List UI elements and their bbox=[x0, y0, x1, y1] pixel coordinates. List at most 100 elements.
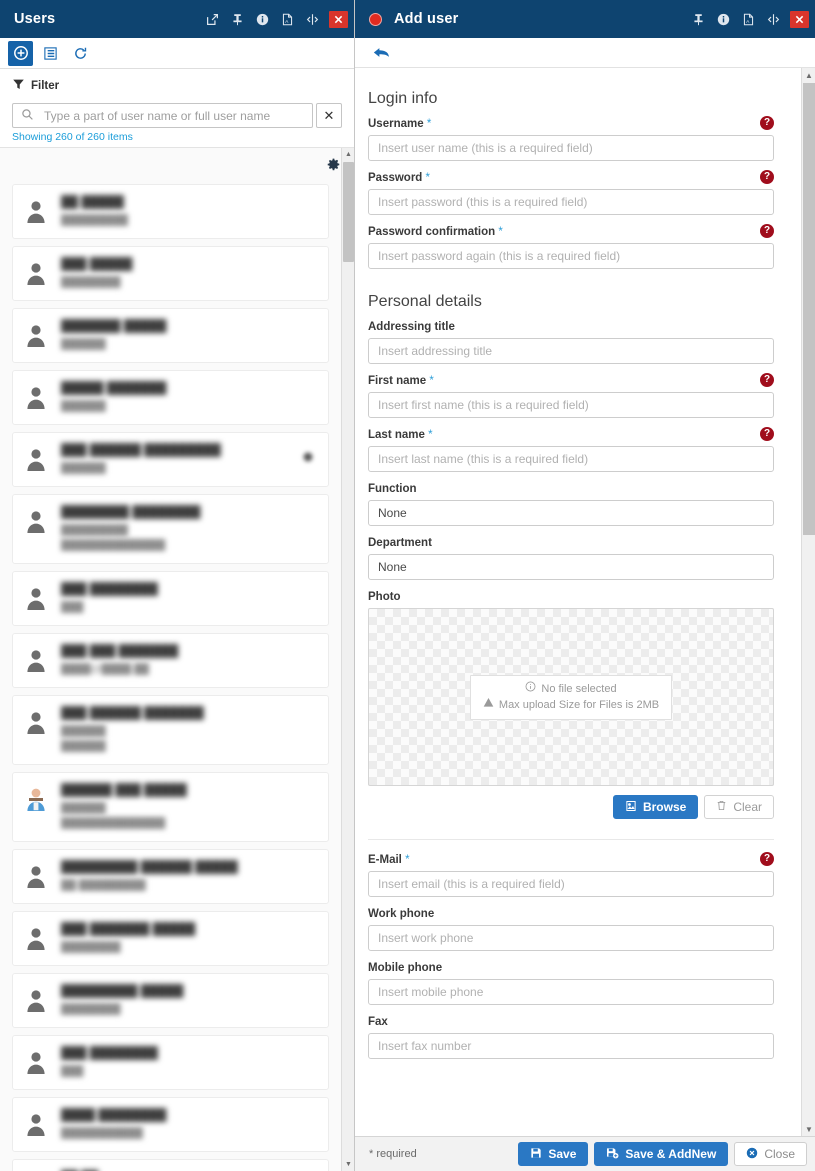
user-list-item[interactable]: █████████ █████████████ bbox=[12, 973, 329, 1028]
adduser-titlebar-icons: A bbox=[690, 11, 809, 28]
pin-icon[interactable] bbox=[690, 11, 706, 27]
user-item-name: ███ ████████ bbox=[61, 1046, 318, 1060]
form-scrollbar[interactable]: ▲ ▼ bbox=[801, 68, 815, 1136]
user-list-item[interactable]: ███ ███████████ bbox=[12, 1035, 329, 1090]
required-marker: * bbox=[405, 854, 409, 866]
password-input[interactable] bbox=[368, 189, 774, 215]
help-icon[interactable]: ? bbox=[760, 116, 774, 130]
user-item-name: ███ ███ ███████ bbox=[61, 644, 318, 658]
file-image-icon bbox=[625, 800, 637, 815]
scroll-down-icon[interactable]: ▼ bbox=[342, 1158, 354, 1171]
label-password-confirmation: Password confirmation * bbox=[368, 226, 774, 238]
user-list-item[interactable]: ████ ████████ ███████████ bbox=[12, 1097, 329, 1152]
user-item-name: ████ ████████ bbox=[61, 1108, 318, 1122]
user-list-item[interactable]: ███ █████████████ bbox=[12, 246, 329, 301]
pin-icon[interactable] bbox=[229, 11, 245, 27]
help-icon[interactable]: ? bbox=[760, 170, 774, 184]
pdf-export-icon[interactable]: A bbox=[740, 11, 756, 27]
save-label: Save bbox=[548, 1147, 576, 1161]
add-icon[interactable] bbox=[8, 41, 33, 66]
help-icon[interactable]: ? bbox=[760, 852, 774, 866]
close-icon[interactable] bbox=[790, 11, 809, 28]
info-icon[interactable] bbox=[715, 11, 731, 27]
users-list-scrollbar[interactable]: ▲ ▼ bbox=[341, 148, 354, 1171]
user-list-item[interactable]: █████ █████████████ bbox=[12, 370, 329, 425]
refresh-icon[interactable] bbox=[68, 41, 93, 66]
clear-photo-button[interactable]: Clear bbox=[704, 795, 774, 819]
close-button[interactable]: Close bbox=[734, 1142, 807, 1166]
scroll-up-icon[interactable]: ▲ bbox=[342, 148, 354, 161]
gear-icon[interactable] bbox=[327, 158, 340, 174]
work-phone-input[interactable] bbox=[368, 925, 774, 951]
user-list-item[interactable]: ██████ ███ █████████████████████████ bbox=[12, 772, 329, 842]
scroll-up-icon[interactable]: ▲ bbox=[802, 68, 815, 82]
user-item-name: ██ █████ bbox=[61, 195, 318, 209]
label-email: E-Mail * bbox=[368, 854, 774, 866]
label-first-name: First name * bbox=[368, 375, 774, 387]
resize-width-icon[interactable] bbox=[304, 11, 320, 27]
user-list-item[interactable]: ██ ██████████████ bbox=[12, 184, 329, 239]
user-item-name: ███ █████ bbox=[61, 257, 318, 271]
user-avatar-icon bbox=[23, 707, 49, 737]
user-avatar-icon bbox=[23, 1047, 49, 1077]
help-icon[interactable]: ? bbox=[760, 373, 774, 387]
function-select[interactable]: None bbox=[368, 500, 774, 526]
info-icon[interactable] bbox=[254, 11, 270, 27]
user-list-item[interactable]: ███ ██████ ███████████████ bbox=[12, 432, 329, 487]
user-list-item[interactable]: ███ ███ ███████████@████.██ bbox=[12, 633, 329, 688]
user-item-name: █████ ███████ bbox=[61, 381, 318, 395]
user-list-item[interactable]: ███ ███████████ bbox=[12, 571, 329, 626]
user-list-item[interactable]: ███ ██████ ███████████████████ bbox=[12, 695, 329, 765]
user-item-badge-icon bbox=[302, 451, 314, 463]
user-item-texts: ████████ ███████████████████████████████ bbox=[61, 504, 318, 554]
photo-actions: Browse Clear bbox=[368, 795, 774, 819]
addressing-title-input[interactable] bbox=[368, 338, 774, 364]
browse-button[interactable]: Browse bbox=[613, 795, 698, 819]
first-name-input[interactable] bbox=[368, 392, 774, 418]
popout-icon[interactable] bbox=[204, 11, 220, 27]
filter-icon bbox=[12, 78, 25, 94]
user-item-name: ███ ███████ █████ bbox=[61, 922, 318, 936]
username-input[interactable] bbox=[368, 135, 774, 161]
help-icon[interactable]: ? bbox=[760, 224, 774, 238]
close-icon[interactable] bbox=[329, 11, 348, 28]
help-icon[interactable]: ? bbox=[760, 427, 774, 441]
adduser-toolbar bbox=[355, 38, 815, 68]
scroll-down-icon[interactable]: ▼ bbox=[802, 1122, 815, 1136]
password-confirmation-input[interactable] bbox=[368, 243, 774, 269]
email-input[interactable] bbox=[368, 871, 774, 897]
user-list-item[interactable]: ███████ ███████████ bbox=[12, 308, 329, 363]
back-arrow-icon[interactable] bbox=[373, 46, 390, 60]
user-item-subtext: ███████████ bbox=[61, 1127, 318, 1139]
user-list-item[interactable]: ████████ ███████████████████████████████ bbox=[12, 494, 329, 564]
search-input[interactable] bbox=[42, 108, 304, 124]
resize-width-icon[interactable] bbox=[765, 11, 781, 27]
label-password: Password * bbox=[368, 172, 774, 184]
label-first-name-text: First name bbox=[368, 375, 426, 387]
save-button[interactable]: Save bbox=[518, 1142, 588, 1166]
field-username: Username * ? bbox=[368, 118, 774, 161]
save-and-addnew-button[interactable]: Save & AddNew bbox=[594, 1142, 728, 1166]
user-list-item[interactable]: ███ ███████ █████████████ bbox=[12, 911, 329, 966]
scrollbar-thumb[interactable] bbox=[343, 162, 354, 262]
save-disk-icon bbox=[530, 1147, 542, 1162]
fax-input[interactable] bbox=[368, 1033, 774, 1059]
last-name-input[interactable] bbox=[368, 446, 774, 472]
photo-dropzone[interactable]: No file selected Max upload Size for Fil… bbox=[368, 608, 774, 786]
search-box[interactable] bbox=[12, 103, 313, 128]
user-list-item[interactable]: ██ ████████ bbox=[12, 1159, 329, 1171]
user-list-item[interactable]: █████████ ██████ ███████ █████████ bbox=[12, 849, 329, 904]
list-icon[interactable] bbox=[38, 41, 63, 66]
search-clear-button[interactable]: ✕ bbox=[316, 103, 342, 128]
scrollbar-thumb[interactable] bbox=[803, 83, 815, 535]
no-file-row: No file selected bbox=[483, 681, 659, 697]
pdf-export-icon[interactable]: A bbox=[279, 11, 295, 27]
mobile-phone-input[interactable] bbox=[368, 979, 774, 1005]
field-password-confirmation: Password confirmation * ? bbox=[368, 226, 774, 269]
department-select[interactable]: None bbox=[368, 554, 774, 580]
users-window-title: Users bbox=[14, 11, 55, 27]
label-email-text: E-Mail bbox=[368, 854, 402, 866]
user-avatar-icon bbox=[23, 985, 49, 1015]
users-list[interactable]: ██ █████████████████ ███████████████████… bbox=[0, 184, 341, 1171]
user-item-texts: ███ ██████ ███████████████████ bbox=[61, 705, 318, 755]
